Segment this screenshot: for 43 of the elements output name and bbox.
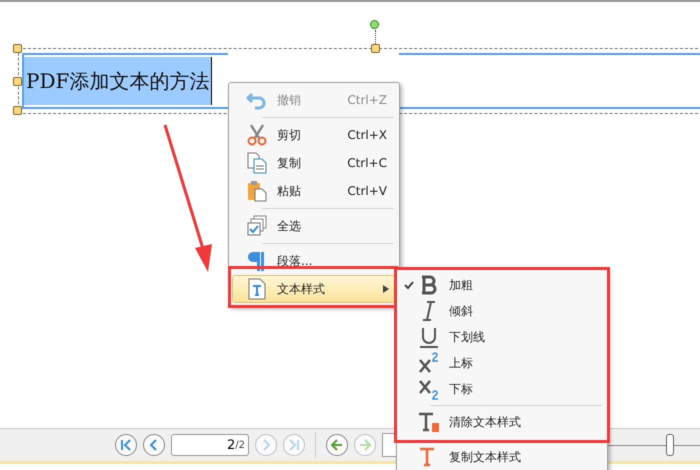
menu-item[interactable]: 下划线: [400, 324, 602, 350]
copy-icon: [246, 152, 268, 174]
menu-item[interactable]: 清除文本样式: [400, 409, 602, 435]
subscript-icon: [418, 378, 440, 400]
select-all-icon: [246, 215, 268, 237]
menu-item[interactable]: 剪切 Ctrl+X: [232, 121, 396, 149]
menu-item[interactable]: 段落...: [232, 247, 396, 275]
underline-icon: [418, 326, 440, 348]
menu-item[interactable]: 粘贴 Ctrl+V: [232, 177, 396, 205]
chevron-right-icon: [287, 438, 301, 452]
scissors-icon: [246, 124, 268, 146]
arrow-left-icon: [330, 438, 344, 452]
resize-handle[interactable]: [13, 77, 22, 86]
page-total: /2: [235, 440, 245, 450]
text-box[interactable]: PDF添加文本的方法: [22, 53, 228, 109]
menu-item[interactable]: 加粗: [400, 272, 602, 298]
menu-item[interactable]: 上标: [400, 350, 602, 376]
menu-item[interactable]: 倾斜: [400, 298, 602, 324]
resize-handle[interactable]: [371, 44, 380, 53]
rotate-handle[interactable]: [370, 20, 379, 29]
page-number: 2: [226, 438, 236, 452]
selected-text: PDF添加文本的方法: [24, 57, 212, 105]
resize-handle[interactable]: [13, 44, 22, 53]
page-field[interactable]: 2/2: [171, 434, 249, 456]
first-page-button[interactable]: [115, 434, 137, 456]
clipboard-icon: [246, 180, 268, 202]
menu-item[interactable]: 复制文本样式: [400, 444, 602, 470]
undo-icon: [246, 90, 268, 110]
superscript-icon: [418, 352, 440, 374]
text-document-icon: [246, 278, 268, 300]
resize-handle[interactable]: [13, 106, 22, 115]
menu-item[interactable]: 文本样式: [232, 275, 396, 303]
check-icon: [404, 280, 414, 290]
arrow-right-icon: [358, 438, 372, 452]
previous-page-button[interactable]: [143, 434, 165, 456]
menu-item[interactable]: 全选: [232, 212, 396, 240]
slider-thumb[interactable]: [666, 434, 674, 456]
menu-item[interactable]: 复制 Ctrl+C: [232, 149, 396, 177]
submenu-arrow-icon: [383, 285, 389, 293]
menu-item[interactable]: 下标: [400, 376, 602, 402]
clear-format-icon: [418, 411, 440, 433]
back-button[interactable]: [326, 434, 348, 456]
chevron-left-icon: [119, 438, 133, 452]
